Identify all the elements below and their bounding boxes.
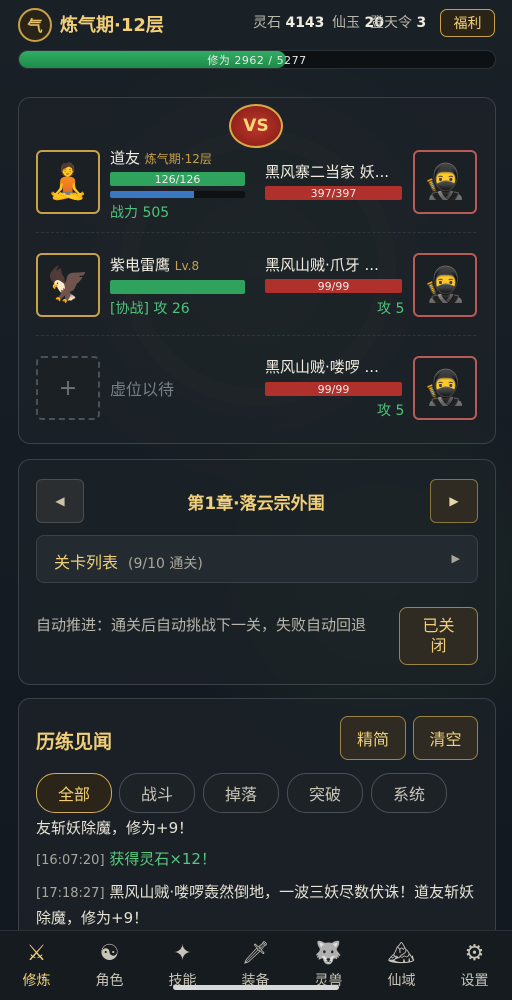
chevron-left-icon: ◀ <box>55 494 65 508</box>
cultivation-progress-text: 修为 2962 / 5277 <box>207 53 307 67</box>
stage-list-title: 关卡列表 <box>54 553 119 572</box>
pet-hp-fill <box>110 280 245 294</box>
chevron-right-icon: ▶ <box>451 552 460 565</box>
nav-cultivate[interactable]: ⚔ 修炼 <box>0 931 73 1000</box>
enemy-hp-text: 99/99 <box>317 382 350 396</box>
log-entry: [16:07:20] 获得灵石×12！ <box>36 847 476 873</box>
player-realm: 炼气期·12层 <box>144 152 212 166</box>
mountain-icon: 🏔 <box>387 941 416 966</box>
home-indicator <box>173 985 339 990</box>
resource-label: 灵石 <box>253 15 281 31</box>
nav-label: 修炼 <box>22 973 51 989</box>
enemy-avatar[interactable]: 🥷 <box>413 253 477 317</box>
filter-drops[interactable]: 掉落 <box>203 773 279 813</box>
player-hp-text: 126/126 <box>154 172 201 186</box>
log-timestamp: [17:18:27] <box>36 886 105 901</box>
spirit-stone-counter: 灵石 4143 <box>253 12 324 32</box>
auto-advance-toggle[interactable]: 已关闭 <box>399 607 478 665</box>
player-power: 战力 505 <box>110 205 170 221</box>
ninja-icon: 🥷 <box>423 162 467 202</box>
enemy-name: 黑风寨二当家 妖... <box>265 163 390 181</box>
ninja-icon: 🥷 <box>423 265 467 305</box>
gear-icon: ⚙ <box>464 941 485 966</box>
yin-yang-icon: ☯ <box>99 941 120 966</box>
auto-advance-description: 自动推进：通关后自动挑战下一关，失败自动回退 <box>36 616 367 634</box>
player-name: 道友 炼气期·12层 <box>110 147 212 168</box>
player-name-text: 道友 <box>110 149 141 167</box>
eagle-icon: 🦅 <box>46 265 90 305</box>
log-text: 获得灵石×12！ <box>109 850 216 868</box>
enemy-hp-text: 397/397 <box>310 186 357 200</box>
log-text: 友斩妖除魔，修为+9！ <box>36 819 194 837</box>
sparkle-icon: ✦ <box>173 941 192 966</box>
enemy-hp-text: 99/99 <box>317 279 350 293</box>
chevron-right-icon: ▶ <box>449 494 459 508</box>
pet-level: Lv.8 <box>174 259 200 273</box>
nav-settings[interactable]: ⚙ 设置 <box>438 931 511 1000</box>
log-entry: 友斩妖除魔，修为+9！ <box>36 818 476 841</box>
pet-name: 紫电雷鹰 Lv.8 <box>110 254 199 275</box>
stage-list-label: 关卡列表 (9/10 通关) <box>54 549 203 573</box>
filter-system[interactable]: 系统 <box>371 773 447 813</box>
resource-label: 登天令 <box>370 15 412 31</box>
enemy-name: 黑风山贼·喽啰 ... <box>265 358 379 376</box>
auto-advance-toggle-label: 已关闭 <box>422 616 455 655</box>
ascension-token-counter: 登天令 3 <box>370 12 426 32</box>
pet-hp-bar <box>110 280 245 294</box>
player-mp-fill <box>110 191 194 198</box>
pet-attack: [协战] 攻 26 <box>110 301 190 317</box>
stage-list-button[interactable]: 关卡列表 (9/10 通关) ▶ <box>36 535 478 583</box>
chapter-title: 第1章·落云宗外围 <box>187 494 325 514</box>
plus-icon: + <box>58 375 78 401</box>
log-entry: [17:18:27] 黑风山贼·喽啰轰然倒地，一波三妖尽数伏诛！道友斩妖除魔，修… <box>36 880 476 931</box>
enemy-name: 黑风山贼·爪牙 ... <box>265 256 379 274</box>
stage-progress: (9/10 通关) <box>128 556 203 572</box>
player-mp-bar <box>110 191 245 198</box>
crossed-swords-icon: ⚔ <box>26 941 47 966</box>
realm-title: 炼气期·12层 <box>60 15 164 36</box>
next-chapter-button[interactable]: ▶ <box>430 479 478 523</box>
empty-slot[interactable]: + <box>36 356 100 420</box>
nav-character[interactable]: ☯ 角色 <box>73 931 146 1000</box>
pet-name-text: 紫电雷鹰 <box>110 256 171 274</box>
welfare-button[interactable]: 福利 <box>440 9 495 37</box>
compact-button[interactable]: 精简 <box>340 716 406 760</box>
top-status-bar: 气 炼气期·12层 灵石 4143 仙玉 20 登天令 3 福利 修为 2962… <box>0 0 512 80</box>
enemy-hp-bar: 397/397 <box>265 186 402 200</box>
log-list[interactable]: 友斩妖除魔，修为+9！ [16:07:20] 获得灵石×12！ [17:18:2… <box>36 818 476 940</box>
filter-battle[interactable]: 战斗 <box>119 773 195 813</box>
enemy-hp-bar: 99/99 <box>265 279 402 293</box>
pet-avatar[interactable]: 🦅 <box>36 253 100 317</box>
row-divider <box>36 232 476 233</box>
enemy-attack: 攻 5 <box>377 403 405 419</box>
prev-chapter-button[interactable]: ◀ <box>36 479 84 523</box>
cultivation-progress-bar: 修为 2962 / 5277 <box>18 50 496 69</box>
nav-label: 设置 <box>460 973 489 989</box>
resource-value: 3 <box>416 15 427 31</box>
enemy-hp-bar: 99/99 <box>265 382 402 396</box>
enemy-attack: 攻 5 <box>377 301 405 317</box>
resource-label: 仙玉 <box>332 15 360 31</box>
sword-icon: 🗡 <box>241 941 270 966</box>
filter-breakthrough[interactable]: 突破 <box>287 773 363 813</box>
resource-value: 4143 <box>285 15 325 31</box>
nav-label: 仙域 <box>387 973 416 989</box>
empty-slot-label: 虚位以待 <box>110 380 175 399</box>
clear-button[interactable]: 清空 <box>413 716 478 760</box>
log-title: 历练见闻 <box>36 731 113 753</box>
enemy-avatar[interactable]: 🥷 <box>413 150 477 214</box>
player-avatar[interactable]: 🧘 <box>36 150 100 214</box>
vs-badge: VS <box>229 104 283 148</box>
meditating-person-icon: 🧘 <box>46 162 90 202</box>
nav-immortal-realm[interactable]: 🏔 仙域 <box>365 931 438 1000</box>
enemy-avatar[interactable]: 🥷 <box>413 356 477 420</box>
ninja-icon: 🥷 <box>423 368 467 408</box>
filter-all[interactable]: 全部 <box>36 773 112 813</box>
log-timestamp: [16:07:20] <box>36 853 105 868</box>
row-divider <box>36 335 476 336</box>
wolf-icon: 🐺 <box>314 941 343 966</box>
nav-label: 角色 <box>95 973 124 989</box>
player-hp-bar: 126/126 <box>110 172 245 186</box>
realm-badge-icon[interactable]: 气 <box>18 8 52 42</box>
